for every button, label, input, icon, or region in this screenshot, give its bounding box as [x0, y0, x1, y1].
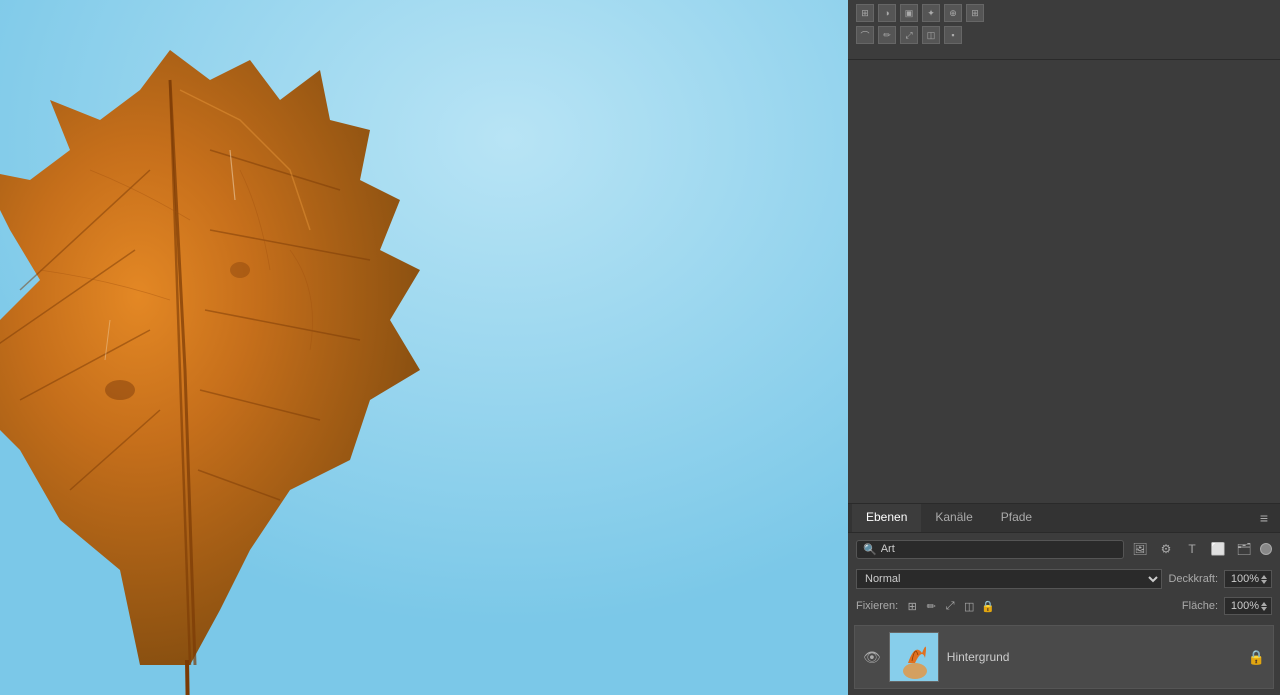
fill-input-wrapper[interactable] — [1224, 597, 1272, 615]
fill-label: Fläche: — [1182, 600, 1218, 612]
layer-lock-icon[interactable]: 🔒 — [1248, 649, 1265, 666]
curve2-icon[interactable]: ✏ — [878, 26, 896, 44]
fill-chevron[interactable] — [1261, 602, 1267, 611]
fix-row: Fixieren: ⊞ ✏ ⤢ ◫ 🔒 Fläche: — [848, 593, 1280, 619]
tab-kanaele[interactable]: Kanäle — [921, 504, 986, 532]
search-icon: 🔍 — [863, 543, 877, 556]
rect-icon[interactable]: ▣ — [900, 4, 918, 22]
opacity-input[interactable] — [1229, 573, 1259, 585]
mask-icon[interactable]: ◫ — [922, 26, 940, 44]
grid-icon[interactable]: ⊞ — [856, 4, 874, 22]
properties-area — [848, 60, 1280, 503]
fix-all-icon[interactable]: 🔒 — [980, 598, 996, 614]
fix-pixel-icon[interactable]: ✏ — [923, 598, 939, 614]
color-icon[interactable]: ◑ — [878, 4, 896, 22]
blend-mode-select[interactable]: Normal Auflösen Abdunkeln Multiplizieren — [856, 569, 1162, 589]
filter-adjust-icon[interactable]: ⚙ — [1156, 539, 1176, 559]
search-row: 🔍 🖼 ⚙ T ⬜ 🗂 — [848, 533, 1280, 565]
layer-name: Hintergrund — [947, 650, 1240, 664]
search-input-wrapper[interactable]: 🔍 — [856, 540, 1124, 559]
toolbar-row-2: ⌒ ✏ ⤢ ◫ ▪ — [856, 26, 1272, 44]
curve3-icon[interactable]: ⤢ — [900, 26, 918, 44]
globe-icon[interactable]: ⊕ — [944, 4, 962, 22]
filter-smart-icon[interactable]: 🗂 — [1234, 539, 1254, 559]
table-icon[interactable]: ⊞ — [966, 4, 984, 22]
blend-row: Normal Auflösen Abdunkeln Multiplizieren… — [848, 565, 1280, 593]
layer-visibility-icon[interactable]: 👁 — [863, 649, 881, 666]
filter-image-icon[interactable]: 🖼 — [1130, 539, 1150, 559]
fix-transform-icon[interactable]: ⤢ — [942, 598, 958, 614]
filter-text-icon[interactable]: T — [1182, 539, 1202, 559]
opacity-label: Deckkraft: — [1168, 573, 1218, 585]
search-input[interactable] — [881, 543, 1117, 555]
toolbar-row-1: ⊞ ◑ ▣ ✦ ⊕ ⊞ — [856, 4, 1272, 22]
layer-item[interactable]: 👁 Hintergrund 🔒 — [854, 625, 1274, 689]
opacity-chevron[interactable] — [1261, 575, 1267, 584]
tabs-bar: Ebenen Kanäle Pfade ≡ — [848, 503, 1280, 533]
layers-list: 👁 Hintergrund 🔒 — [848, 619, 1280, 695]
rect-fill-icon[interactable]: ▪ — [944, 26, 962, 44]
fix-label: Fixieren: — [856, 600, 898, 612]
tabs-menu-icon[interactable]: ≡ — [1252, 506, 1276, 530]
fix-icons: ⊞ ✏ ⤢ ◫ 🔒 — [904, 598, 996, 614]
fill-input[interactable] — [1229, 600, 1259, 612]
tab-ebenen[interactable]: Ebenen — [852, 504, 921, 532]
layers-panel: Ebenen Kanäle Pfade ≡ 🔍 🖼 ⚙ T ⬜ 🗂 Normal… — [848, 503, 1280, 695]
curve1-icon[interactable]: ⌒ — [856, 26, 874, 44]
top-toolbar: ⊞ ◑ ▣ ✦ ⊕ ⊞ ⌒ ✏ ⤢ ◫ ▪ — [848, 0, 1280, 60]
right-panel: ⊞ ◑ ▣ ✦ ⊕ ⊞ ⌒ ✏ ⤢ ◫ ▪ Ebenen Kanäle Pfad… — [848, 0, 1280, 695]
layer-thumbnail — [889, 632, 939, 682]
fix-artboard-icon[interactable]: ◫ — [961, 598, 977, 614]
filter-shape-icon[interactable]: ⬜ — [1208, 539, 1228, 559]
fix-position-icon[interactable]: ⊞ — [904, 598, 920, 614]
options-dot-icon[interactable] — [1260, 543, 1272, 555]
star-icon[interactable]: ✦ — [922, 4, 940, 22]
opacity-input-wrapper[interactable] — [1224, 570, 1272, 588]
tab-pfade[interactable]: Pfade — [987, 504, 1046, 532]
canvas-area — [0, 0, 848, 695]
